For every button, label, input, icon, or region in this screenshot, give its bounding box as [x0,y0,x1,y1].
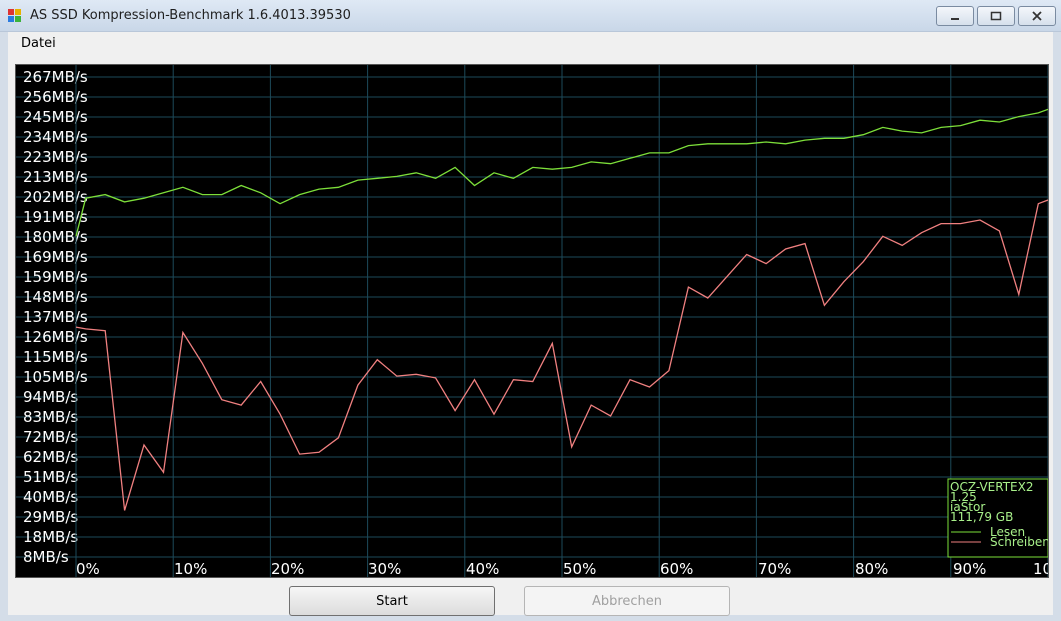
window-title: AS SSD Kompression-Benchmark 1.6.4013.39… [30,8,351,23]
y-tick-label: 83MB/s [23,408,78,426]
x-tick-label: 50% [563,560,596,577]
app-icon [8,9,22,23]
y-tick-label: 94MB/s [23,388,78,406]
maximize-icon [990,11,1002,21]
y-tick-label: 8MB/s [23,548,69,566]
y-tick-label: 115MB/s [23,348,88,366]
minimize-button[interactable] [936,6,974,26]
y-tick-label: 256MB/s [23,88,88,106]
y-tick-label: 40MB/s [23,488,78,506]
y-tick-label: 202MB/s [23,188,88,206]
start-button[interactable]: Start [289,586,495,616]
y-tick-label: 18MB/s [23,528,78,546]
y-tick-label: 180MB/s [23,228,88,246]
chart-svg: 267MB/s 256MB/s 245MB/s 234MB/s 223MB/s 213MB… [16,65,1048,577]
y-tick-label: 51MB/s [23,468,78,486]
legend-write-label: Schreiben [990,535,1048,549]
legend-info-text: 111,79 GB [950,510,1013,524]
y-tick-label: 72MB/s [23,428,78,446]
y-tick-label: 234MB/s [23,128,88,146]
close-button[interactable] [1018,6,1056,26]
cancel-button[interactable]: Abbrechen [524,586,730,616]
x-tick-label: 40% [466,560,499,577]
y-tick-label: 267MB/s [23,68,88,86]
x-tick-label: 0% [76,560,100,577]
x-tick-label: 60% [660,560,693,577]
maximize-button[interactable] [977,6,1015,26]
y-tick-label: 169MB/s [23,248,88,266]
y-tick-label: 148MB/s [23,288,88,306]
minimize-icon [951,18,959,20]
y-tick-label: 105MB/s [23,368,88,386]
menu-item-datei[interactable]: Datei [21,36,56,51]
y-tick-label: 137MB/s [23,308,88,326]
y-tick-label: 223MB/s [23,148,88,166]
y-tick-label: 159MB/s [23,268,88,286]
window-client: Datei 267MB/s 256MB/s 245MB/s 234MB/s 223MB/… [8,32,1053,616]
menu-bar: Datei [8,32,1053,58]
y-tick-label: 62MB/s [23,448,78,466]
x-tick-label: 70% [758,560,791,577]
x-tick-label: 10% [174,560,207,577]
x-tick-label: 90% [953,560,986,577]
title-bar: AS SSD Kompression-Benchmark 1.6.4013.39… [0,0,1061,32]
x-tick-label: 100% [1033,560,1048,577]
x-tick-label: 20% [271,560,304,577]
x-tick-label: 30% [368,560,401,577]
y-tick-label: 191MB/s [23,208,88,226]
close-icon [1032,11,1042,21]
benchmark-chart: 267MB/s 256MB/s 245MB/s 234MB/s 223MB/s 213MB… [15,64,1049,578]
y-tick-label: 126MB/s [23,328,88,346]
y-tick-label: 245MB/s [23,108,88,126]
y-tick-label: 213MB/s [23,168,88,186]
y-tick-label: 29MB/s [23,508,78,526]
x-tick-label: 80% [855,560,888,577]
